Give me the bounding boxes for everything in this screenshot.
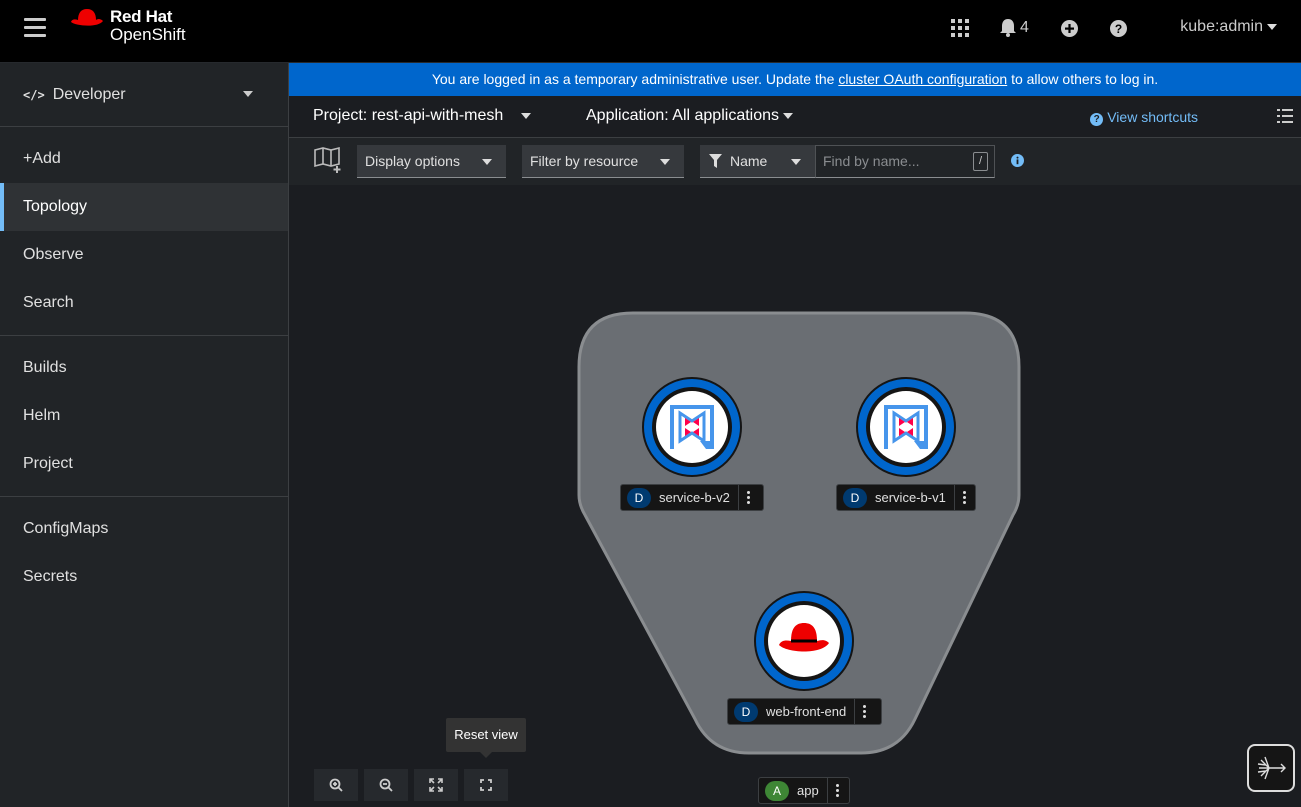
banner-text-before: You are logged in as a temporary adminis… <box>431 71 839 87</box>
chevron-down-icon <box>1267 23 1277 30</box>
logo[interactable]: Red Hat OpenShift <box>70 8 186 44</box>
find-placeholder: Find by name... <box>823 153 920 169</box>
admin-banner: You are logged in as a temporary adminis… <box>289 63 1301 96</box>
sidebar-item-search[interactable]: Search <box>0 279 288 327</box>
filter-icon <box>709 154 722 168</box>
find-by-name-input[interactable]: Find by name... / <box>815 145 995 178</box>
kebab-menu-icon[interactable] <box>737 485 758 510</box>
code-icon: </> <box>23 87 45 102</box>
user-menu[interactable]: kube:admin <box>1180 18 1277 36</box>
banner-text-after: to allow others to log in. <box>1007 71 1159 87</box>
sidebar-item-add[interactable]: +Add <box>0 135 288 183</box>
node-name: service-b-v1 <box>875 490 946 505</box>
kebab-menu-icon[interactable] <box>826 778 847 803</box>
node-label-service-b-v2[interactable]: D service-b-v2 <box>620 484 764 511</box>
list-view-icon[interactable] <box>1277 109 1293 123</box>
node-web-front-end[interactable] <box>754 591 854 691</box>
application-selector[interactable]: Application: All applications <box>586 107 794 125</box>
project-label: Project: rest-api-with-mesh <box>313 107 504 124</box>
nav-group-config: ConfigMaps Secrets <box>0 497 288 609</box>
brand-redhat: Red Hat <box>110 7 173 26</box>
quarkus-icon <box>870 391 942 463</box>
oauth-config-link[interactable]: cluster OAuth configuration <box>838 71 1007 87</box>
zoom-out-icon <box>379 778 393 792</box>
reset-view-button[interactable] <box>464 769 508 801</box>
perspective-label: Developer <box>52 85 126 103</box>
chevron-down-icon <box>521 112 532 119</box>
node-name: web-front-end <box>766 704 847 719</box>
sidebar-item-topology[interactable]: Topology <box>0 183 288 231</box>
quick-search-icon[interactable] <box>313 146 343 179</box>
sidebar-item-secrets[interactable]: Secrets <box>0 553 288 601</box>
chevron-down-icon <box>791 159 801 165</box>
filter-bar: Display options Filter by resource Name … <box>289 138 1301 185</box>
notification-count: 4 <box>1020 19 1029 36</box>
node-label-web-front-end[interactable]: D web-front-end <box>727 698 882 725</box>
masthead: Red Hat OpenShift 4 ? kube:admin <box>0 0 1301 63</box>
deployment-badge: D <box>734 701 758 722</box>
info-icon[interactable] <box>1011 154 1024 172</box>
add-icon[interactable] <box>1061 18 1078 38</box>
view-shortcuts-link[interactable]: ? View shortcuts <box>1090 109 1198 126</box>
perspective-switcher[interactable]: </> Developer <box>0 63 288 127</box>
slash-shortcut-hint: / <box>973 152 988 171</box>
sidebar: </> Developer +Add Topology Observe Sear… <box>0 63 289 807</box>
node-service-b-v2[interactable] <box>642 377 742 477</box>
project-bar: Project: rest-api-with-mesh Application:… <box>289 96 1301 138</box>
nav-group-main: +Add Topology Observe Search <box>0 127 288 336</box>
chevron-down-icon <box>660 159 670 165</box>
bell-icon <box>1000 19 1016 37</box>
view-shortcuts-label: View shortcuts <box>1107 109 1198 125</box>
kebab-menu-icon[interactable] <box>854 699 874 724</box>
help-icon[interactable]: ? <box>1110 18 1127 38</box>
expand-icon <box>480 779 492 791</box>
topology-canvas[interactable]: D service-b-v2 D service-b-v1 D web-fron… <box>289 185 1301 807</box>
chevron-down-icon <box>243 91 253 97</box>
sidebar-item-configmaps[interactable]: ConfigMaps <box>0 505 288 553</box>
zoom-in-icon <box>329 778 343 792</box>
zoom-out-button[interactable] <box>364 769 408 801</box>
application-badge: A <box>765 780 789 801</box>
question-circle-icon: ? <box>1090 113 1104 126</box>
brand-openshift: OpenShift <box>110 25 186 44</box>
user-name: kube:admin <box>1180 18 1263 35</box>
project-selector[interactable]: Project: rest-api-with-mesh <box>313 107 532 125</box>
group-name: app <box>797 783 819 798</box>
node-label-service-b-v1[interactable]: D service-b-v1 <box>836 484 976 511</box>
expand-arrows-icon <box>429 778 443 792</box>
sidebar-item-observe[interactable]: Observe <box>0 231 288 279</box>
sidebar-item-builds[interactable]: Builds <box>0 344 288 392</box>
chevron-down-icon <box>482 159 492 165</box>
display-options-label: Display options <box>365 153 460 169</box>
deployment-badge: D <box>843 487 867 508</box>
sidebar-item-helm[interactable]: Helm <box>0 392 288 440</box>
application-group-label[interactable]: A app <box>758 777 850 804</box>
filter-by-resource-dropdown[interactable]: Filter by resource <box>522 145 684 178</box>
reset-view-tooltip: Reset view <box>446 718 526 758</box>
sidebar-item-project[interactable]: Project <box>0 440 288 488</box>
svg-text:?: ? <box>1115 22 1122 36</box>
deployment-badge: D <box>627 487 651 508</box>
display-options-dropdown[interactable]: Display options <box>357 145 506 178</box>
fit-to-screen-button[interactable] <box>414 769 458 801</box>
nav-group-resources: Builds Helm Project <box>0 336 288 497</box>
zoom-in-button[interactable] <box>314 769 358 801</box>
filter-by-resource-label: Filter by resource <box>530 153 639 169</box>
node-service-b-v1[interactable] <box>856 377 956 477</box>
node-name: service-b-v2 <box>659 490 730 505</box>
filter-type-label: Name <box>730 153 768 169</box>
topology-side-panel-toggle-icon[interactable] <box>1247 744 1295 792</box>
chevron-down-icon <box>783 112 794 119</box>
hamburger-menu-icon[interactable] <box>24 18 46 38</box>
notifications-button[interactable]: 4 <box>1000 18 1029 38</box>
quarkus-icon <box>656 391 728 463</box>
redhat-logo-icon <box>71 9 103 26</box>
app-launcher-icon[interactable] <box>951 18 969 38</box>
filter-type-dropdown[interactable]: Name <box>700 145 815 178</box>
application-label: Application: All applications <box>586 107 780 124</box>
kebab-menu-icon[interactable] <box>953 485 974 510</box>
redhat-hat-icon <box>768 605 840 677</box>
